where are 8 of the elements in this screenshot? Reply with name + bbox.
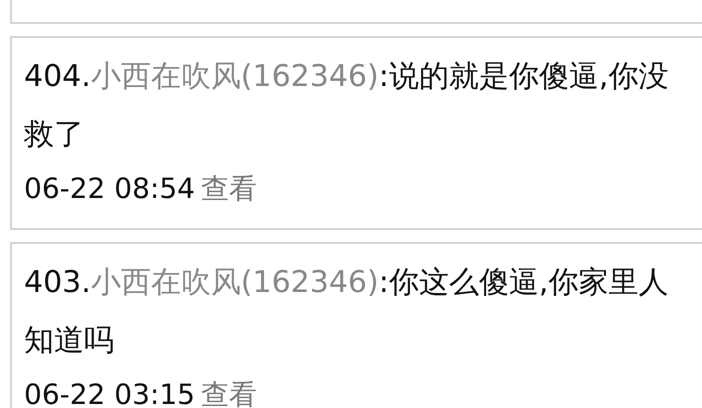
comment-date: 06-22 03:15 — [24, 378, 195, 408]
view-link[interactable]: 查看 — [200, 378, 257, 408]
comment-date: 06-22 08:54 — [24, 172, 195, 205]
user-link[interactable]: 小西在吹风(162346) — [90, 265, 379, 300]
comment-text: 403.小西在吹风(162346):你这么傻逼,你家里人知道吗 — [24, 264, 670, 360]
user-link[interactable]: 小西在吹风(162346) — [90, 59, 379, 94]
comment-text: 404.小西在吹风(162346):说的就是你傻逼,你没救了 — [24, 58, 670, 154]
view-link[interactable]: 查看 — [200, 172, 257, 205]
